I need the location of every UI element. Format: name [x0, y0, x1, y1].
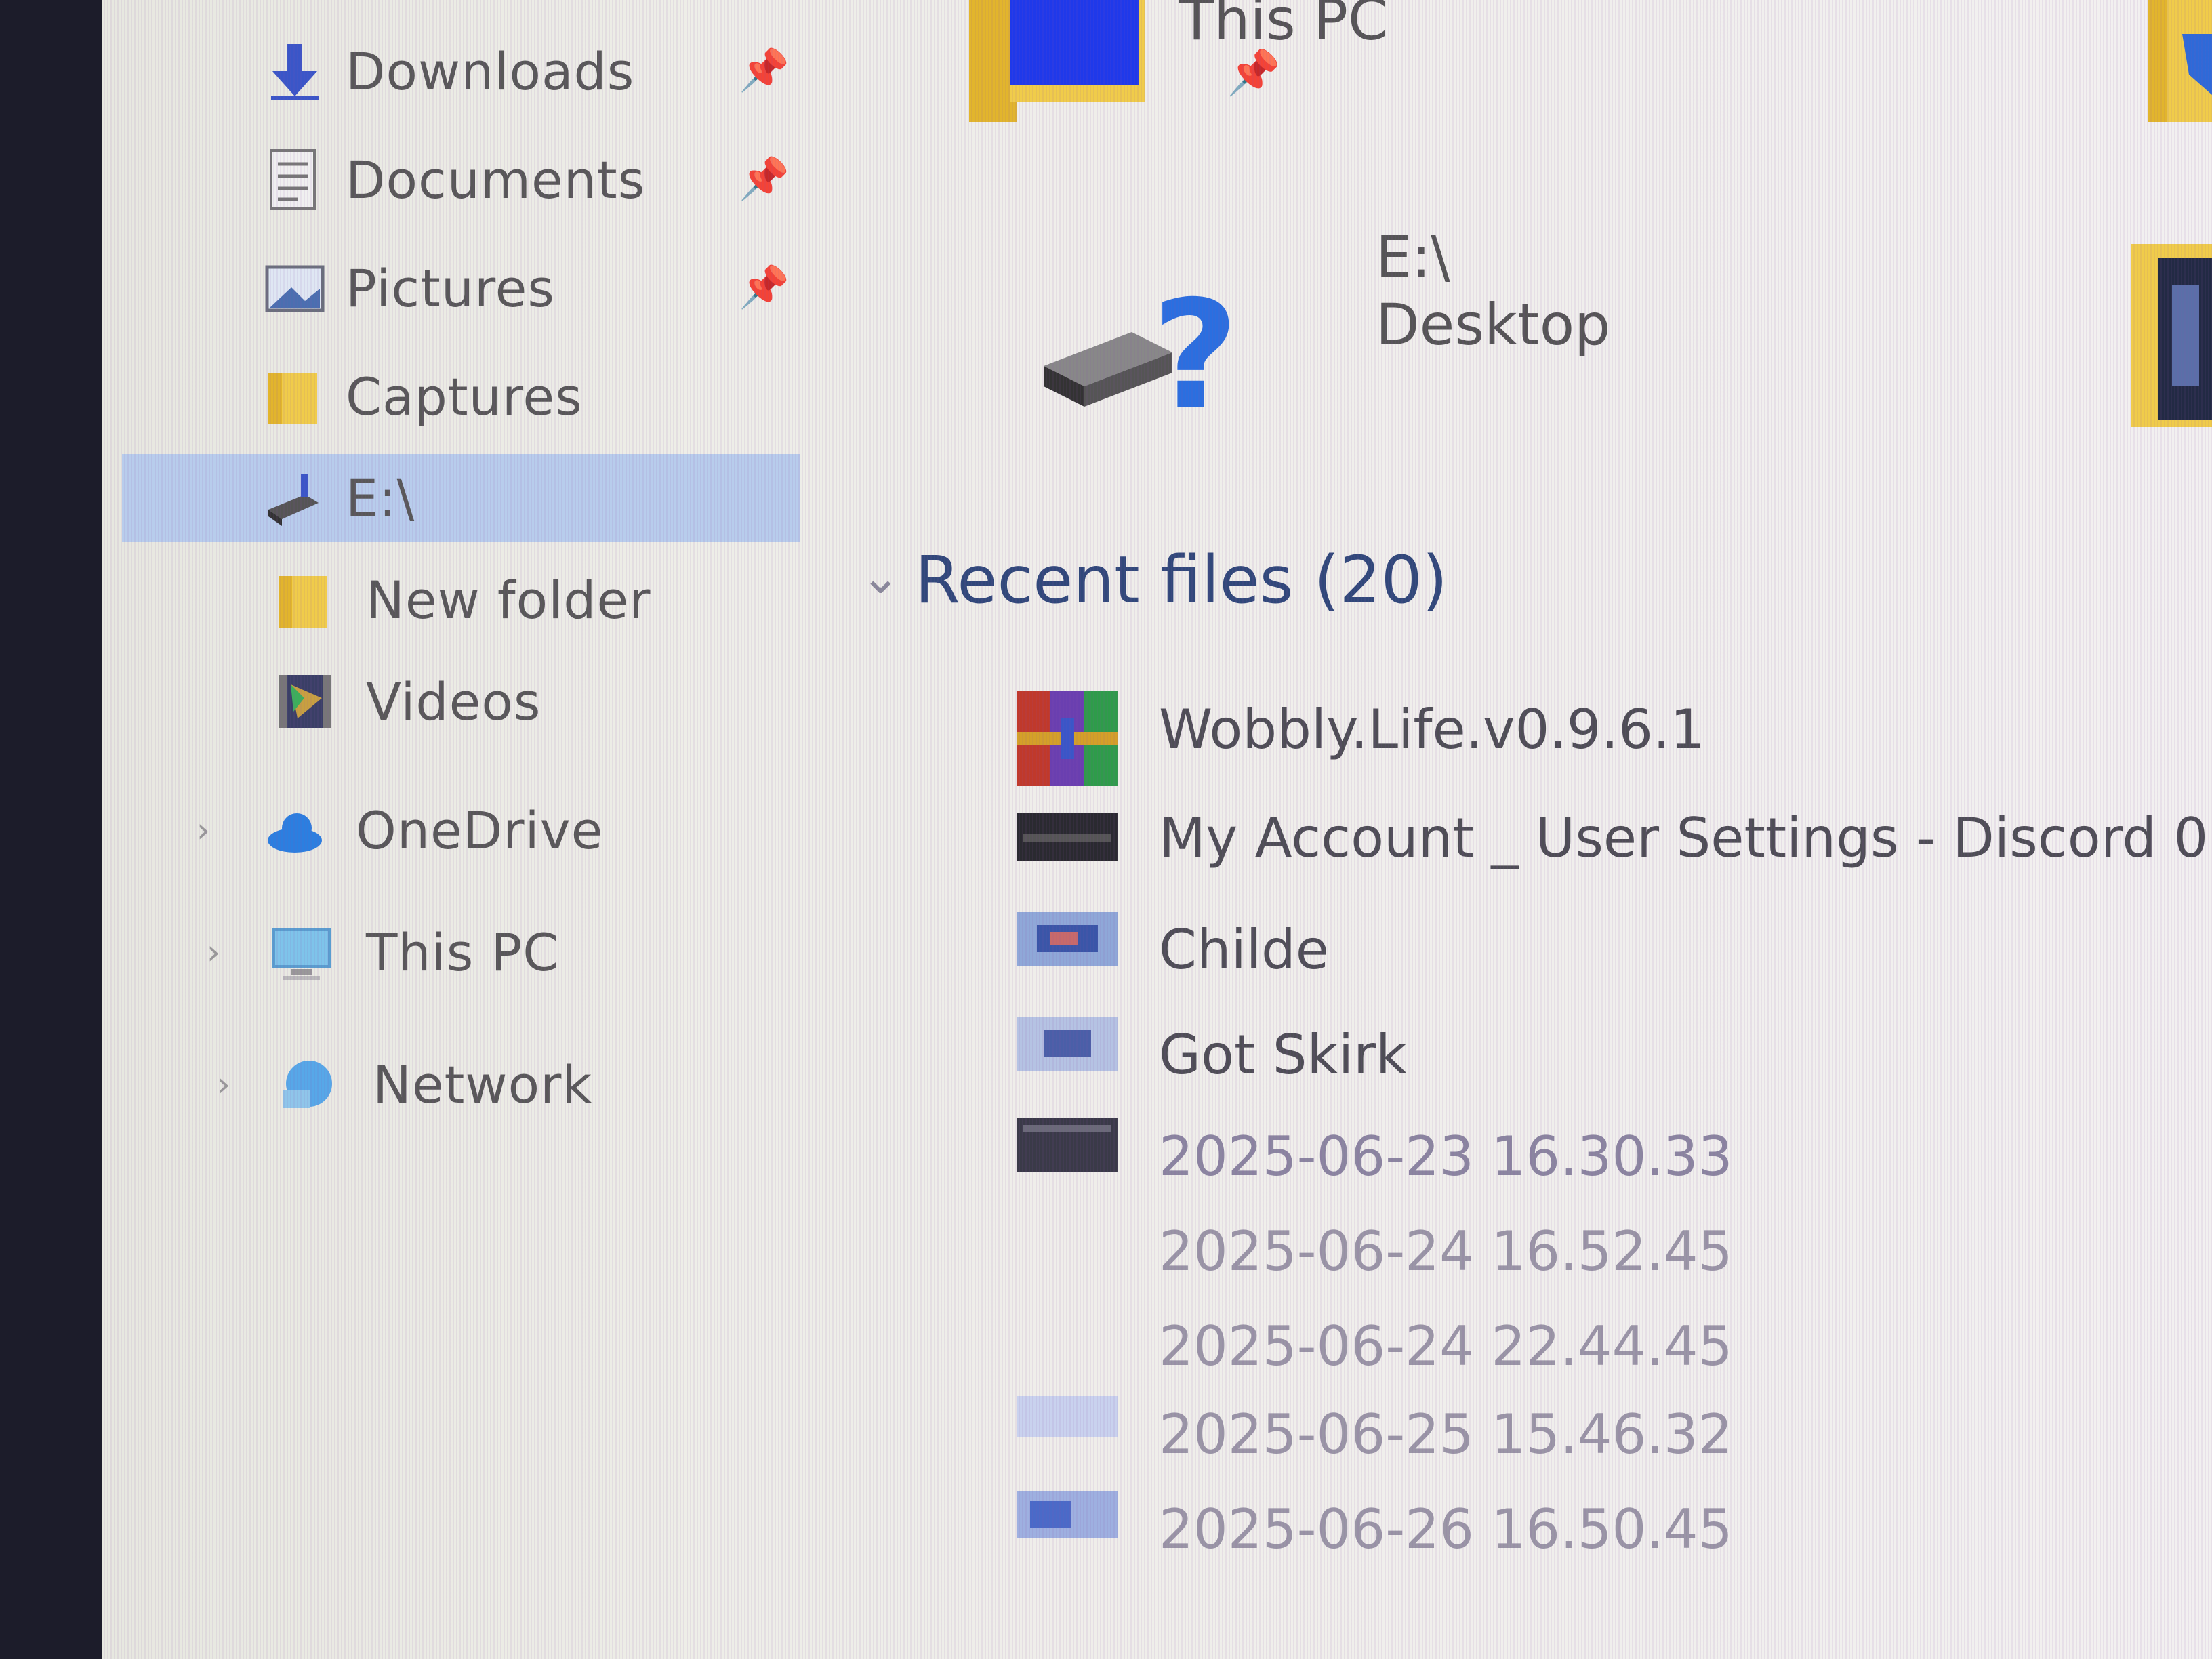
navigation-pane: Downloads 📌 Documents 📌 Pictures 📌 Captu… — [102, 0, 800, 1659]
sidebar-item-pictures[interactable]: Pictures 📌 — [129, 244, 806, 332]
chevron-right-icon[interactable]: › — [197, 811, 210, 850]
svg-text:?: ? — [1152, 285, 1239, 420]
sidebar-item-documents[interactable]: Documents 📌 — [129, 136, 806, 224]
chevron-down-icon[interactable]: ⌄ — [861, 549, 901, 605]
sidebar-item-this-pc[interactable]: › This PC — [129, 908, 806, 996]
documents-icon — [270, 149, 316, 210]
download-arrow-icon — [271, 44, 319, 100]
list-item[interactable]: My Account _ User Settings - Discord 05-… — [1017, 806, 2212, 901]
drive-icon — [268, 474, 319, 526]
pin-icon[interactable]: 📌 — [1227, 47, 1281, 98]
quick-access-tile-this-pc[interactable]: This PC 📌 — [969, 0, 1579, 149]
folder-icon — [268, 373, 317, 424]
list-item[interactable]: Wobbly.Life.v0.9.6.1 — [1017, 691, 2212, 786]
unknown-drive-icon: ? — [1044, 285, 1239, 420]
file-name: Got Skirk — [1159, 1023, 1408, 1086]
pin-icon[interactable]: 📌 — [739, 46, 790, 94]
folder-image-icon[interactable] — [2131, 244, 2212, 434]
sidebar-item-new-folder[interactable]: New folder — [129, 556, 806, 644]
file-name: 2025-06-24 16.52.45 — [1159, 1220, 1733, 1283]
screenshot-thumb-dark — [1017, 813, 1118, 861]
image-thumb — [1017, 1491, 1118, 1538]
sidebar-item-label: OneDrive — [356, 800, 604, 861]
network-icon — [283, 1061, 332, 1108]
list-item[interactable]: 2025-06-24 16.52.45 — [1017, 1213, 2212, 1301]
file-name: 2025-06-26 16.50.45 — [1159, 1498, 1733, 1561]
sidebar-item-label: Captures — [346, 366, 583, 427]
tile-label: This PC — [1179, 0, 1388, 53]
image-thumb — [1017, 912, 1118, 966]
this-pc-icon — [272, 928, 331, 980]
sidebar-item-onedrive[interactable]: › OneDrive — [129, 786, 806, 874]
file-name: My Account _ User Settings - Discord 05-… — [1159, 806, 2212, 869]
list-item[interactable]: Got Skirk — [1017, 1017, 2212, 1105]
sidebar-item-label: Videos — [366, 671, 541, 732]
image-thumb — [1017, 1017, 1118, 1071]
quick-access-tile-e-drive-desktop[interactable]: ? E:\ Desktop — [1037, 217, 1647, 447]
sidebar-item-e-drive[interactable]: E:\ — [122, 454, 800, 542]
sidebar-item-label: Documents — [346, 149, 646, 210]
image-thumb — [1017, 1396, 1118, 1437]
chevron-right-icon[interactable]: › — [217, 1065, 230, 1104]
sidebar-item-videos[interactable]: Videos — [129, 657, 806, 745]
list-item[interactable]: 2025-06-23 16.30.33 — [1017, 1118, 2212, 1206]
sidebar-item-label: This PC — [366, 922, 560, 983]
sidebar-item-captures[interactable]: Captures — [129, 352, 806, 441]
file-name: 2025-06-23 16.30.33 — [1159, 1125, 1733, 1188]
file-name: Wobbly.Life.v0.9.6.1 — [1159, 698, 1705, 761]
list-item[interactable]: 2025-06-24 22.44.45 — [1017, 1308, 2212, 1396]
sidebar-item-downloads[interactable]: Downloads 📌 — [129, 27, 806, 115]
onedrive-cloud-icon — [268, 813, 322, 853]
pin-icon[interactable]: 📌 — [739, 263, 790, 311]
file-name: 2025-06-24 22.44.45 — [1159, 1315, 1733, 1378]
videos-icon — [279, 675, 331, 728]
folder-icon — [279, 576, 327, 628]
sidebar-item-label: New folder — [366, 569, 651, 630]
sidebar-item-network[interactable]: › Network — [129, 1040, 806, 1128]
sidebar-item-label: Downloads — [346, 41, 635, 102]
file-name: Childe — [1159, 918, 1330, 981]
file-name: 2025-06-25 15.46.32 — [1159, 1403, 1733, 1466]
folder-download-icon[interactable] — [2148, 0, 2212, 122]
winrar-archive-icon — [1017, 691, 1118, 786]
sidebar-item-label: E:\ — [346, 468, 415, 529]
recent-files-header[interactable]: Recent files (20) — [915, 542, 1448, 618]
pictures-icon — [265, 265, 325, 312]
screenshot-thumb-dark — [1017, 1118, 1118, 1172]
file-explorer-window: Downloads 📌 Documents 📌 Pictures 📌 Captu… — [102, 0, 2212, 1659]
list-item[interactable]: 2025-06-25 15.46.32 — [1017, 1396, 2212, 1484]
list-item[interactable]: 2025-06-26 16.50.45 — [1017, 1491, 2212, 1579]
this-pc-folder-icon — [969, 0, 1145, 122]
sidebar-item-label: Pictures — [346, 258, 555, 319]
tile-sublabel: Desktop — [1376, 291, 1611, 358]
pin-icon[interactable]: 📌 — [739, 155, 790, 203]
tile-label: E:\ — [1376, 224, 1450, 290]
content-pane: This PC 📌 ? E:\ Desktop ⌄ Recent files (… — [813, 0, 2212, 1659]
sidebar-item-label: Network — [373, 1054, 593, 1115]
list-item[interactable]: Childe — [1017, 912, 2212, 1000]
chevron-right-icon[interactable]: › — [207, 933, 220, 972]
